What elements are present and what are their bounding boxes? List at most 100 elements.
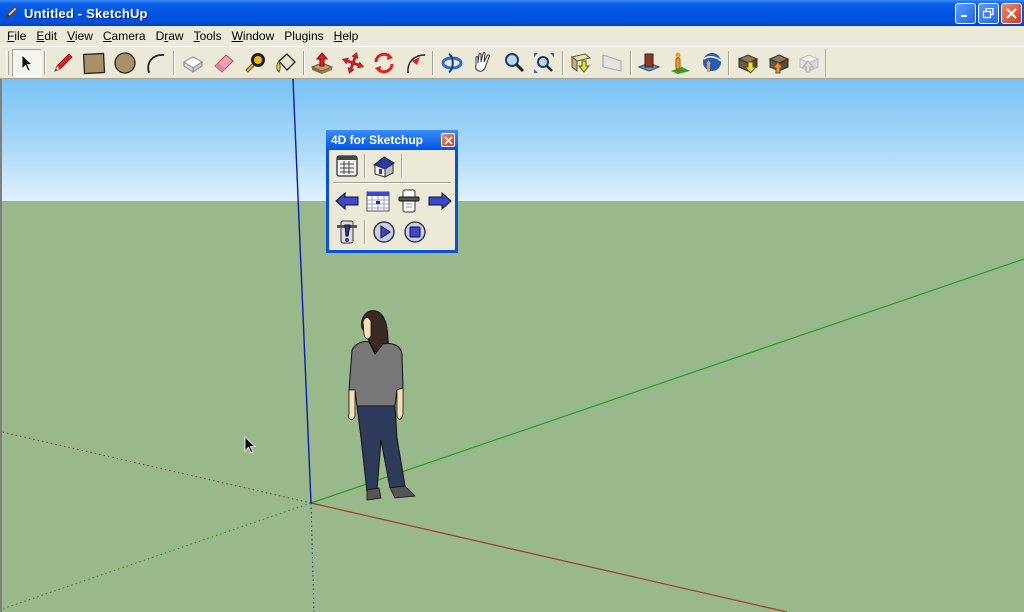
line-tool-button[interactable] <box>48 49 79 77</box>
paint-bucket-button[interactable] <box>270 49 301 77</box>
close-icon <box>1006 8 1017 19</box>
push-pull-button[interactable] <box>307 49 338 77</box>
table-grid-icon <box>335 154 358 177</box>
restore-button[interactable] <box>978 3 999 24</box>
google-earth-icon <box>702 53 722 72</box>
calendar-button[interactable] <box>362 187 393 215</box>
warehouse-upload-icon <box>768 54 789 74</box>
get-models-button[interactable] <box>732 49 763 77</box>
share-model-button[interactable] <box>763 49 794 77</box>
axes-layer <box>2 79 1024 612</box>
timeline-slider-button[interactable] <box>393 187 424 215</box>
pan-tool-button[interactable] <box>467 49 498 77</box>
rectangle-icon <box>83 52 106 75</box>
follow-me-button[interactable] <box>400 49 431 77</box>
title-bar: Untitled - SketchUp <box>0 0 1024 26</box>
timeline-icon <box>398 189 419 212</box>
component-box-icon <box>182 56 203 73</box>
orbit-icon <box>441 53 463 73</box>
person-scale-figure[interactable] <box>345 308 420 506</box>
plugin-panel-4d: 4D for Sketchup <box>326 130 458 253</box>
minimize-button[interactable] <box>955 3 976 24</box>
move-tool-button[interactable] <box>338 49 369 77</box>
warehouse-download-icon <box>737 54 758 74</box>
zoom-extents-icon <box>534 53 555 73</box>
schedule-table-button[interactable] <box>331 152 362 180</box>
menu-help[interactable]: Help <box>329 27 364 45</box>
menu-bar: File Edit View Camera Draw Tools Window … <box>0 26 1024 45</box>
photo-texture-icon <box>571 53 592 73</box>
add-building-button[interactable] <box>634 49 665 77</box>
close-icon <box>443 135 453 145</box>
push-pull-icon <box>310 52 334 74</box>
alert-marker-button[interactable] <box>331 218 362 246</box>
follow-me-icon <box>407 54 425 74</box>
select-tool-button[interactable] <box>12 49 42 77</box>
mouse-cursor-icon <box>244 436 257 454</box>
sketchup-app-icon <box>3 5 19 21</box>
calendar-icon <box>366 191 389 211</box>
arc-tool-button[interactable] <box>141 49 172 77</box>
section-plane-button[interactable] <box>597 49 628 77</box>
building-icon <box>637 53 661 72</box>
menu-draw[interactable]: Draw <box>151 27 189 45</box>
menu-camera[interactable]: Camera <box>98 27 151 45</box>
menu-tools[interactable]: Tools <box>189 27 227 45</box>
share-component-icon <box>799 54 820 73</box>
menu-plugins[interactable]: Plugins <box>279 27 328 45</box>
step-back-button[interactable] <box>331 187 362 215</box>
close-button[interactable] <box>1001 3 1022 24</box>
arrow-right-icon <box>428 191 452 210</box>
stop-icon <box>403 220 426 243</box>
house-model-button[interactable] <box>368 152 399 180</box>
house-icon <box>372 155 395 178</box>
circle-tool-button[interactable] <box>110 49 141 77</box>
rotate-icon <box>374 52 394 74</box>
circle-icon <box>114 52 136 74</box>
tape-measure-icon <box>244 53 265 73</box>
eraser-tool-button[interactable] <box>208 49 239 77</box>
rotate-tool-button[interactable] <box>369 49 400 77</box>
menu-window[interactable]: Window <box>227 27 280 45</box>
model-viewport[interactable] <box>0 79 1024 612</box>
pencil-icon <box>54 53 73 72</box>
orbit-tool-button[interactable] <box>436 49 467 77</box>
add-location-button[interactable] <box>665 49 696 77</box>
window-title: Untitled - SketchUp <box>24 5 148 21</box>
panel-title: 4D for Sketchup <box>331 133 424 147</box>
toolbar-grip[interactable] <box>6 51 9 75</box>
rectangle-tool-button[interactable] <box>79 49 110 77</box>
google-earth-toggle-button[interactable] <box>695 49 726 77</box>
magnifier-icon <box>504 53 524 73</box>
zoom-tool-button[interactable] <box>498 49 529 77</box>
blue-axis-positive <box>292 79 312 504</box>
get-photo-texture-button[interactable] <box>566 49 597 77</box>
step-forward-button[interactable] <box>424 187 455 215</box>
paint-bucket-icon <box>276 53 297 73</box>
section-plane-icon <box>602 54 622 72</box>
stop-button[interactable] <box>399 218 430 246</box>
tape-measure-button[interactable] <box>239 49 270 77</box>
panel-close-button[interactable] <box>441 133 455 147</box>
main-toolbar <box>0 46 1024 79</box>
panel-title-bar[interactable]: 4D for Sketchup <box>326 130 458 150</box>
menu-view[interactable]: View <box>62 27 98 45</box>
minimize-icon <box>961 15 967 17</box>
menu-edit[interactable]: Edit <box>31 27 62 45</box>
eraser-icon <box>213 54 234 73</box>
play-button[interactable] <box>368 218 399 246</box>
move-arrows-icon <box>342 52 365 74</box>
red-axis-positive <box>310 502 788 612</box>
share-component-button[interactable] <box>794 49 825 77</box>
play-icon <box>372 220 395 243</box>
blue-axis-negative <box>310 502 315 612</box>
arrow-left-icon <box>334 191 358 210</box>
make-component-button[interactable] <box>177 49 208 77</box>
red-axis-negative <box>2 431 312 504</box>
select-arrow-icon <box>21 54 33 72</box>
menu-file[interactable]: File <box>2 27 31 45</box>
green-axis-negative <box>2 502 312 610</box>
location-person-icon <box>670 52 690 74</box>
hand-pan-icon <box>474 52 490 72</box>
zoom-extents-button[interactable] <box>529 49 560 77</box>
